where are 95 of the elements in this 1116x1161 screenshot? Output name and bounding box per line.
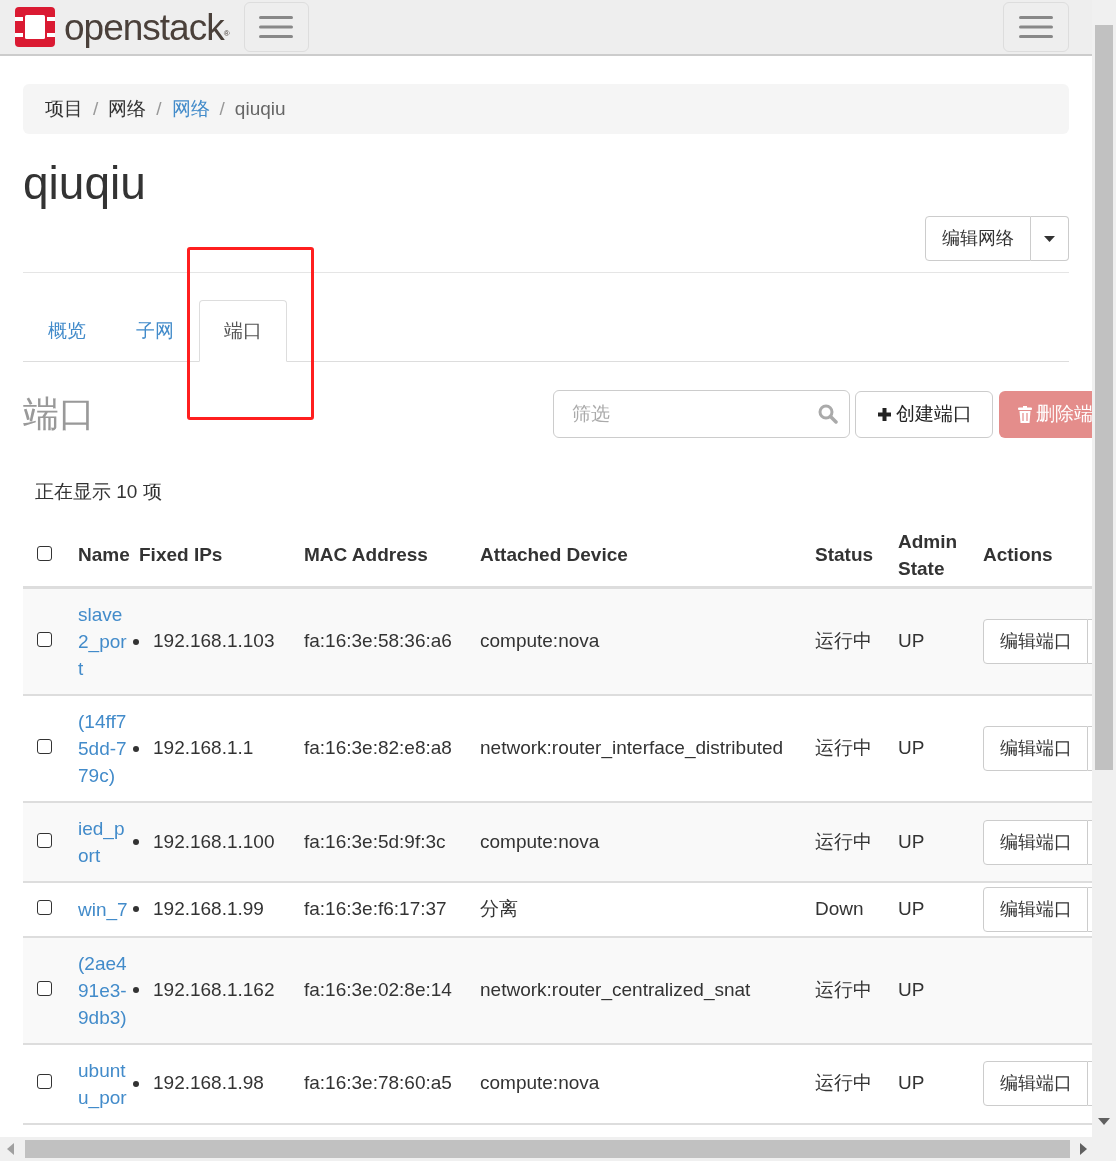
scroll-down-icon[interactable] — [1098, 1118, 1110, 1125]
edit-network-button[interactable]: 编辑网络 — [925, 216, 1031, 261]
checkbox[interactable] — [37, 546, 52, 561]
list-bullet — [133, 745, 139, 752]
breadcrumb-separator: / — [93, 96, 99, 121]
table-cell: UP — [898, 630, 925, 652]
plus-icon — [876, 406, 892, 422]
logo-icon — [15, 7, 55, 47]
horizontal-scrollbar[interactable] — [0, 1137, 1116, 1161]
list-bullet — [133, 638, 139, 645]
column-header: Attached Device — [480, 543, 628, 567]
column-header: MAC Address — [304, 543, 428, 567]
list-bullet — [133, 987, 139, 993]
table-cell: compute:nova — [480, 830, 600, 852]
table-cell: fa:16:3e:f6:17:37 — [304, 898, 447, 919]
registered-mark: ® — [223, 29, 230, 38]
table-cell: fa:16:3e:82:e8:a8 — [304, 737, 452, 759]
table-cell: fa:16:3e:5d:9f:3c — [304, 830, 446, 852]
list-bullet — [133, 1080, 139, 1087]
table-cell: 运行中 — [815, 978, 872, 1000]
checkbox[interactable] — [37, 739, 52, 755]
filter-field[interactable]: 筛选 — [553, 390, 850, 438]
tab[interactable]: 端口 — [199, 300, 287, 362]
menu-button[interactable] — [1003, 2, 1069, 52]
menu-icon — [259, 16, 294, 38]
table-cell-text: 192.168.1.103 — [153, 629, 275, 654]
edit-port-button[interactable]: 编辑端口 — [983, 619, 1088, 664]
port-name-link[interactable]: ied_port — [78, 815, 128, 869]
menu-icon — [1019, 16, 1053, 38]
tab[interactable]: 概览 — [23, 300, 111, 362]
edit-port-button[interactable]: 编辑端口 — [983, 726, 1088, 771]
scroll-right-icon[interactable] — [1080, 1143, 1087, 1155]
caret-icon — [1044, 235, 1055, 242]
table-cell: fa:16:3e:58:36:a6 — [304, 630, 452, 652]
checkbox[interactable] — [37, 832, 52, 848]
checkbox[interactable] — [37, 632, 52, 648]
dropdown-toggle[interactable] — [1031, 216, 1069, 261]
edit-port-button[interactable]: 编辑端口 — [983, 819, 1088, 865]
trash-icon — [1018, 405, 1032, 423]
checkbox[interactable] — [37, 980, 52, 996]
table-cell: fa:16:3e:02:8e:14 — [304, 978, 452, 1000]
column-header: Status — [815, 543, 874, 567]
table-cell-text: 192.168.1.100 — [153, 829, 275, 854]
table-cell: 运行中 — [815, 737, 872, 759]
table-cell: UP — [898, 1072, 925, 1094]
search-icon — [818, 404, 838, 424]
column-header: Admin State — [898, 529, 958, 581]
edit-port-button[interactable]: 编辑端口 — [983, 1061, 1088, 1106]
table-cell: UP — [898, 978, 925, 1000]
breadcrumb-separator: / — [156, 96, 162, 121]
list-bullet — [133, 839, 139, 845]
create-port-button[interactable]: 创建端口 — [855, 390, 993, 438]
brand-name: openstack — [64, 8, 224, 46]
column-header: Fixed IPs — [139, 543, 223, 567]
table-cell-text: 192.168.1.162 — [153, 977, 275, 1002]
table-cell: compute:nova — [480, 630, 600, 652]
table-cell: 运行中 — [815, 630, 872, 652]
item-count: 正在显示 10 项 — [35, 480, 163, 504]
port-name-link[interactable]: (2ae491e3-9db3) — [78, 949, 128, 1031]
tab[interactable]: 子网 — [111, 300, 199, 362]
breadcrumb-item: 项目 — [45, 96, 83, 121]
table-cell: 分离 — [480, 898, 518, 919]
edit-port-button[interactable]: 编辑端口 — [983, 886, 1088, 932]
scrollbar-thumb[interactable] — [1095, 25, 1113, 770]
table-cell: UP — [898, 830, 925, 852]
delete-port-button[interactable]: 删除端 — [999, 390, 1092, 438]
table-cell: UP — [898, 737, 925, 759]
column-header: Name — [78, 543, 130, 567]
table-cell: compute:nova — [480, 1072, 600, 1094]
checkbox[interactable] — [37, 1074, 52, 1090]
table-cell-text: 192.168.1.98 — [153, 1071, 264, 1096]
vertical-scrollbar[interactable] — [1092, 0, 1116, 1137]
port-name-link[interactable]: slave2_port — [78, 601, 128, 682]
table-cell: 运行中 — [815, 830, 872, 852]
table-cell: 运行中 — [815, 1072, 872, 1094]
table-cell: UP — [898, 898, 925, 919]
breadcrumb-link[interactable]: 网络 — [171, 94, 210, 124]
table-cell-text: 192.168.1.99 — [153, 897, 264, 921]
breadcrumb-item: qiuqiu — [234, 96, 286, 121]
section-title: 端口 — [23, 392, 95, 436]
port-name-link[interactable]: win_7 — [78, 895, 128, 923]
column-header: Actions — [983, 543, 1053, 567]
breadcrumb-separator: / — [219, 96, 225, 121]
table-cell: Down — [815, 898, 864, 919]
menu-button[interactable] — [243, 2, 309, 52]
breadcrumb-item: 网络 — [108, 96, 147, 121]
table-cell: fa:16:3e:78:60:a5 — [304, 1072, 452, 1094]
table-cell: network:router_interface_distributed — [480, 737, 784, 759]
port-name-link[interactable]: ubuntu_por — [78, 1056, 128, 1111]
list-bullet — [133, 906, 139, 913]
port-name-link[interactable]: (14ff75dd-779c) — [78, 708, 128, 789]
scrollbar-thumb[interactable] — [25, 1140, 1070, 1158]
checkbox[interactable] — [37, 900, 52, 915]
table-cell: network:router_centralized_snat — [480, 978, 751, 1000]
table-cell-text: 192.168.1.1 — [153, 736, 254, 761]
